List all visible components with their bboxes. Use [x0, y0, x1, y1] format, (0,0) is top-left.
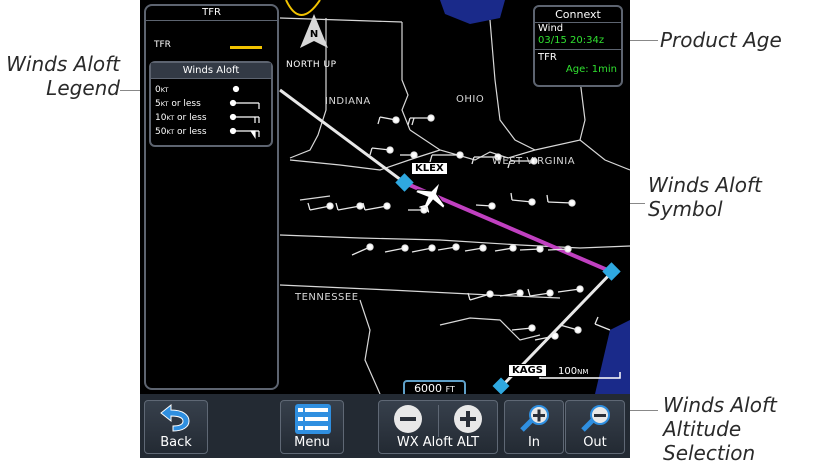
callout-winds-aloft-altitude: Winds Aloft Altitude Selection	[663, 393, 832, 465]
callout-winds-aloft-symbol: Winds Aloft Symbol	[648, 173, 762, 221]
state-label-indiana: INDIANA	[325, 96, 371, 107]
legend-header: TFR	[146, 6, 277, 21]
legend-tfr-label: TFR	[154, 40, 171, 50]
compass-label: N	[309, 29, 319, 40]
state-label-ohio: OHIO	[456, 94, 485, 105]
bottom-toolbar: Back Menu WX Aloft ALT In Out	[140, 394, 630, 458]
winds-aloft-legend: Winds Aloft 0KT 5KT or less 10KT or less…	[149, 61, 273, 147]
connext-product-age-box: Connext Wind 03/15 20:34z TFR Age: 1min	[533, 5, 623, 87]
callout-winds-aloft-legend: Winds Aloft Legend	[6, 52, 120, 100]
legend-barb-symbols	[229, 85, 260, 139]
altitude-unit: FT	[445, 385, 455, 394]
connext-wind-label: Wind	[538, 23, 564, 34]
map-scale-label: 100NM	[558, 366, 588, 377]
zoom-in-label: In	[527, 435, 541, 450]
waypoint-label-kags[interactable]: KAGS	[508, 364, 547, 377]
callout-text: Winds Aloft	[663, 393, 777, 417]
callout-product-age: Product Age	[660, 28, 782, 52]
menu-label: Menu	[294, 435, 330, 450]
zoom-in-icon	[520, 405, 549, 432]
zoom-out-label: Out	[583, 435, 607, 450]
leader-line	[120, 90, 142, 91]
back-label: Back	[160, 435, 192, 450]
connext-title: Connext	[535, 7, 621, 23]
callout-text: Winds Aloft	[648, 173, 762, 197]
compass-north-icon[interactable]: N	[300, 14, 328, 48]
winds-aloft-legend-title: Winds Aloft	[151, 63, 271, 79]
zoom-out-icon	[581, 405, 610, 432]
connext-tfr-label: TFR	[538, 52, 557, 63]
legend-tfr-swatch	[230, 46, 262, 49]
connext-divider	[535, 49, 621, 50]
wx-aloft-alt-label: WX Aloft ALT	[396, 435, 480, 450]
state-label-west-virginia: WEST VIRGINIA	[492, 156, 576, 167]
zoom-in-button[interactable]: In	[504, 400, 564, 454]
connext-tfr-age: Age: 1min	[565, 64, 617, 75]
state-label-tennessee: TENNESSEE	[295, 292, 359, 303]
wx-aloft-divider	[438, 405, 439, 437]
map-scale-unit: NM	[577, 368, 589, 376]
back-button[interactable]: Back	[144, 400, 208, 454]
callout-text: Symbol	[648, 197, 723, 221]
back-arrow-icon	[160, 403, 190, 432]
wx-aloft-alt-button[interactable]: WX Aloft ALT	[378, 400, 498, 454]
device-screen: NORTH UP N INDIANA OHIO WEST VIRGINIA TE…	[140, 0, 630, 458]
callout-text: Legend	[46, 76, 120, 100]
callout-text: Winds Aloft	[6, 52, 120, 76]
minus-icon[interactable]	[393, 404, 423, 434]
menu-button[interactable]: Menu	[280, 400, 344, 454]
map-legend-panel: TFR TFR Winds Aloft 0KT 5KT or less 10KT…	[144, 4, 279, 390]
connext-wind-age: 03/15 20:34z	[538, 35, 605, 46]
map-scale-value: 100	[558, 366, 578, 377]
orientation-label: NORTH UP	[286, 60, 337, 70]
plus-icon[interactable]	[453, 404, 483, 434]
zoom-out-button[interactable]: Out	[565, 400, 625, 454]
menu-icon	[295, 404, 331, 434]
waypoint-label-klex[interactable]: KLEX	[411, 162, 448, 175]
